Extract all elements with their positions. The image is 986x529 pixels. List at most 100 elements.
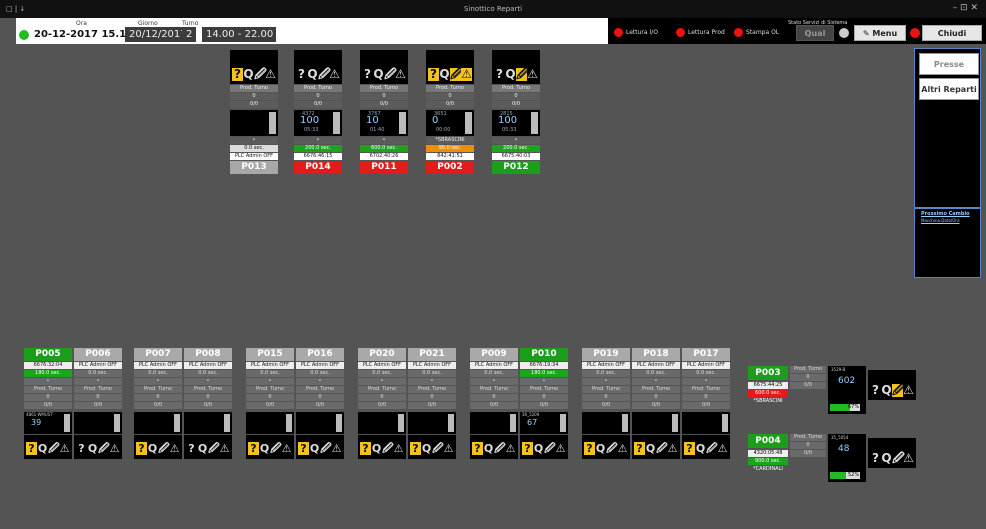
tool-icon[interactable]: 🖉 bbox=[544, 442, 556, 455]
machine-card-p008[interactable]: P008 PLC Admin OFF 0.0 sec. • Prod. Turn… bbox=[184, 348, 232, 459]
machine-label[interactable]: P018 bbox=[632, 348, 680, 361]
machine-card-p016[interactable]: P016 PLC Admin OFF 0.0 sec. • Prod. Turn… bbox=[296, 348, 344, 459]
question-icon[interactable]: ? bbox=[522, 442, 533, 455]
warning-icon[interactable]: ⚠ bbox=[461, 68, 472, 81]
machine-card-p007[interactable]: P007 PLC Admin OFF 0.0 sec. • Prod. Turn… bbox=[134, 348, 182, 459]
warning-icon[interactable]: ⚠ bbox=[329, 68, 340, 81]
question-icon[interactable]: ? bbox=[410, 442, 421, 455]
warning-icon[interactable]: ⚠ bbox=[527, 68, 538, 81]
tool-icon[interactable]: 🖉 bbox=[892, 452, 905, 465]
machine-label[interactable]: P019 bbox=[582, 348, 630, 361]
machine-card-p006[interactable]: P006 PLC Admin OFF 0.0 sec. • Prod. Turn… bbox=[74, 348, 122, 459]
quality-icon[interactable]: Q bbox=[147, 442, 158, 455]
question-icon[interactable]: ? bbox=[26, 442, 37, 455]
machine-label[interactable]: P006 bbox=[74, 348, 122, 361]
tool-icon[interactable]: 🖉 bbox=[382, 442, 394, 455]
machine-card-p021[interactable]: P021 PLC Admin OFF 0.0 sec. • Prod. Turn… bbox=[408, 348, 456, 459]
quality-icon[interactable]: Q bbox=[371, 442, 382, 455]
machine-card-p011[interactable]: ? Q 🖉 ⚠ Prod. Turno 0 0/0 3767 10 01:40 • 600… bbox=[360, 50, 408, 174]
machine-card-p009[interactable]: P009 PLC Admin OFF 0.0 sec. • Prod. Turn… bbox=[470, 348, 518, 459]
machine-card-p010[interactable]: P010 6676:19:34 180.0 sec. • Prod. Turno… bbox=[520, 348, 568, 459]
quality-icon[interactable]: Q bbox=[421, 442, 432, 455]
machine-label[interactable]: P004 bbox=[748, 434, 788, 448]
machine-card-p019[interactable]: P019 PLC Admin OFF 0.0 sec. • Prod. Turn… bbox=[582, 348, 630, 459]
warning-icon[interactable]: ⚠ bbox=[331, 442, 342, 455]
quality-icon[interactable]: Q bbox=[309, 442, 320, 455]
machine-card-p020[interactable]: P020 PLC Admin OFF 0.0 sec. • Prod. Turn… bbox=[358, 348, 406, 459]
tool-icon[interactable]: 🖉 bbox=[892, 384, 905, 397]
machine-card-p018[interactable]: P018 PLC Admin OFF 0.0 sec. • Prod. Turn… bbox=[632, 348, 680, 459]
tool-icon[interactable]: 🖉 bbox=[48, 442, 60, 455]
machine-label[interactable]: P008 bbox=[184, 348, 232, 361]
machine-card-p002[interactable]: ? Q 🖉 ⚠ Prod. Turno 0 0/0 3651 0 00:00 *SBRAS… bbox=[426, 50, 474, 174]
tool-icon[interactable]: 🖉 bbox=[318, 68, 331, 81]
machine-label[interactable]: P002 bbox=[426, 161, 474, 174]
tool-icon[interactable]: 🖉 bbox=[384, 68, 397, 81]
quality-icon[interactable]: Q bbox=[373, 68, 384, 81]
machine-card-p004[interactable]: P004 4320:05:48 900.0 sec. *CARDINALI Pr… bbox=[748, 434, 918, 482]
warning-icon[interactable]: ⚠ bbox=[395, 68, 406, 81]
quality-icon[interactable]: Q bbox=[881, 452, 892, 465]
machine-label[interactable]: P016 bbox=[296, 348, 344, 361]
warning-icon[interactable]: ⚠ bbox=[903, 384, 914, 397]
tool-icon[interactable]: 🖉 bbox=[98, 442, 110, 455]
qual-button[interactable]: Qual bbox=[796, 25, 834, 41]
tool-icon[interactable]: 🖉 bbox=[432, 442, 444, 455]
question-icon[interactable]: ? bbox=[186, 442, 197, 455]
warning-icon[interactable]: ⚠ bbox=[169, 442, 180, 455]
quality-icon[interactable]: Q bbox=[197, 442, 208, 455]
quality-icon[interactable]: Q bbox=[505, 68, 516, 81]
warning-icon[interactable]: ⚠ bbox=[219, 442, 230, 455]
machine-card-p015[interactable]: P015 PLC Admin OFF 0.0 sec. • Prod. Turn… bbox=[246, 348, 294, 459]
quality-icon[interactable]: Q bbox=[483, 442, 494, 455]
quality-icon[interactable]: Q bbox=[259, 442, 270, 455]
quality-icon[interactable]: Q bbox=[243, 68, 254, 81]
machine-label[interactable]: P009 bbox=[470, 348, 518, 361]
machine-card-p012[interactable]: ? Q 🖉 ⚠ Prod. Turno 0 0/0 2815 100 05:33 • 20… bbox=[492, 50, 540, 174]
machine-label[interactable]: P011 bbox=[360, 161, 408, 174]
prossimo-cambio-link[interactable]: Prossimo Cambio bbox=[921, 211, 981, 217]
menu-button[interactable]: ✎ Menu bbox=[854, 25, 906, 41]
presse-button[interactable]: Presse bbox=[919, 53, 979, 75]
machine-card-p003[interactable]: P003 6675:44:25 600.0 sec. *SBRASCINI Pr… bbox=[748, 366, 918, 414]
quality-icon[interactable]: Q bbox=[595, 442, 606, 455]
warning-icon[interactable]: ⚠ bbox=[59, 442, 70, 455]
warning-icon[interactable]: ⚠ bbox=[265, 68, 276, 81]
question-icon[interactable]: ? bbox=[428, 68, 439, 81]
machine-card-p017[interactable]: P017 PLC Admin OFF 0.0 sec. • Prod. Turn… bbox=[682, 348, 730, 459]
question-icon[interactable]: ? bbox=[296, 68, 307, 81]
warning-icon[interactable]: ⚠ bbox=[443, 442, 454, 455]
question-icon[interactable]: ? bbox=[494, 68, 505, 81]
tool-icon[interactable]: 🖉 bbox=[270, 442, 282, 455]
machine-label[interactable]: P015 bbox=[246, 348, 294, 361]
tool-icon[interactable]: 🖉 bbox=[656, 442, 668, 455]
quality-icon[interactable]: Q bbox=[533, 442, 544, 455]
warning-icon[interactable]: ⚠ bbox=[555, 442, 566, 455]
machine-label[interactable]: P014 bbox=[294, 161, 342, 174]
tool-icon[interactable]: 🖉 bbox=[158, 442, 170, 455]
question-icon[interactable]: ? bbox=[136, 442, 147, 455]
machine-label[interactable]: P013 bbox=[230, 161, 278, 174]
warning-icon[interactable]: ⚠ bbox=[667, 442, 678, 455]
machine-label[interactable]: P005 bbox=[24, 348, 72, 361]
question-icon[interactable]: ? bbox=[870, 384, 881, 397]
machine-label[interactable]: P020 bbox=[358, 348, 406, 361]
question-icon[interactable]: ? bbox=[362, 68, 373, 81]
machine-label[interactable]: P021 bbox=[408, 348, 456, 361]
machine-card-p014[interactable]: ? Q 🖉 ⚠ Prod. Turno 0 0/0 4372 100 05:33 • 20… bbox=[294, 50, 342, 174]
question-icon[interactable]: ? bbox=[584, 442, 595, 455]
machine-label[interactable]: P003 bbox=[748, 366, 788, 380]
tool-icon[interactable]: 🖉 bbox=[450, 68, 463, 81]
tool-icon[interactable]: 🖉 bbox=[208, 442, 220, 455]
machine-label[interactable]: P010 bbox=[520, 348, 568, 361]
quality-icon[interactable]: Q bbox=[307, 68, 318, 81]
warning-icon[interactable]: ⚠ bbox=[717, 442, 728, 455]
quality-icon[interactable]: Q bbox=[439, 68, 450, 81]
chiudi-button[interactable]: Chiudi bbox=[922, 25, 982, 41]
question-icon[interactable]: ? bbox=[870, 452, 881, 465]
warning-icon[interactable]: ⚠ bbox=[109, 442, 120, 455]
machine-label[interactable]: P012 bbox=[492, 161, 540, 174]
question-icon[interactable]: ? bbox=[360, 442, 371, 455]
quality-icon[interactable]: Q bbox=[37, 442, 48, 455]
tool-icon[interactable]: 🖉 bbox=[494, 442, 506, 455]
